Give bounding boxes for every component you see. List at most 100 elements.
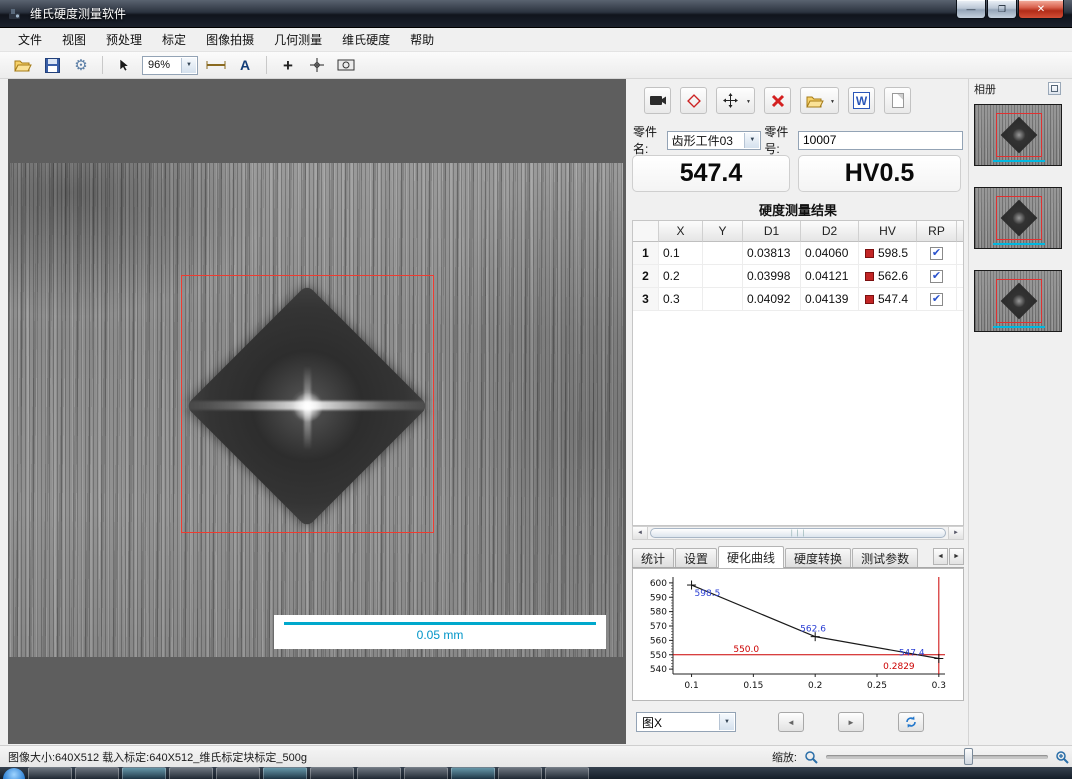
scroll-right-arrow[interactable] bbox=[948, 527, 963, 539]
taskbar-item[interactable] bbox=[545, 767, 589, 779]
taskbar-item[interactable] bbox=[216, 767, 260, 779]
album-thumbnail[interactable] bbox=[974, 270, 1062, 332]
new-report-button[interactable] bbox=[884, 87, 911, 114]
col-d1[interactable]: D1 bbox=[743, 221, 801, 242]
taskbar-item[interactable] bbox=[75, 767, 119, 779]
table-row[interactable]: 1 0.1 0.03813 0.04060 598.5 bbox=[633, 242, 963, 265]
part-name-label: 零件名: bbox=[633, 123, 664, 157]
col-rp[interactable]: RP bbox=[917, 221, 957, 242]
crosshair-icon bbox=[309, 57, 325, 73]
menu-item-geometry-measure[interactable]: 几何测量 bbox=[264, 28, 332, 51]
chevron-down-icon[interactable] bbox=[719, 714, 734, 730]
maximize-button[interactable]: ❐ bbox=[987, 0, 1017, 19]
zoom-slider-handle[interactable] bbox=[964, 748, 973, 765]
taskbar-item[interactable] bbox=[357, 767, 401, 779]
chevron-down-icon[interactable] bbox=[181, 58, 196, 73]
taskbar-item[interactable] bbox=[169, 767, 213, 779]
cell-d1: 0.03813 bbox=[743, 242, 801, 264]
measurement-selection-rect[interactable] bbox=[181, 275, 434, 533]
cell-y bbox=[703, 288, 743, 310]
cell-d1: 0.04092 bbox=[743, 288, 801, 310]
chart-type-value: 图X bbox=[642, 714, 662, 731]
crosshair-tool-button[interactable] bbox=[306, 55, 328, 75]
tab-hardness-conversion[interactable]: 硬度转换 bbox=[785, 548, 851, 567]
start-button[interactable] bbox=[3, 768, 25, 779]
svg-text:580: 580 bbox=[650, 608, 667, 618]
open-folder-icon bbox=[806, 94, 824, 108]
row-index: 3 bbox=[633, 288, 659, 310]
rp-checkbox[interactable] bbox=[930, 247, 943, 260]
next-button[interactable] bbox=[838, 712, 864, 732]
menu-item-view[interactable]: 视图 bbox=[52, 28, 96, 51]
tab-scroll-left[interactable] bbox=[933, 548, 948, 565]
table-horizontal-scrollbar[interactable] bbox=[632, 526, 964, 540]
menu-item-calibration[interactable]: 标定 bbox=[152, 28, 196, 51]
scale-bar-label: 0.05 mm bbox=[274, 628, 606, 642]
part-number-input[interactable] bbox=[798, 131, 963, 150]
rp-checkbox[interactable] bbox=[930, 293, 943, 306]
tab-test-parameters[interactable]: 测试参数 bbox=[852, 548, 918, 567]
col-y[interactable]: Y bbox=[703, 221, 743, 242]
menu-item-preprocess[interactable]: 预处理 bbox=[96, 28, 152, 51]
capture-frame-tool-button[interactable] bbox=[335, 55, 357, 75]
menu-item-vickers-hardness[interactable]: 维氏硬度 bbox=[332, 28, 400, 51]
col-hv[interactable]: HV bbox=[859, 221, 917, 242]
taskbar-item[interactable] bbox=[404, 767, 448, 779]
col-index[interactable] bbox=[633, 221, 659, 242]
col-x[interactable]: X bbox=[659, 221, 703, 242]
load-results-button[interactable] bbox=[800, 87, 839, 114]
magnifier-plus-icon[interactable] bbox=[1055, 750, 1070, 765]
camera-capture-button[interactable] bbox=[644, 87, 671, 114]
zoom-slider[interactable] bbox=[826, 755, 1048, 759]
tab-scroll-right[interactable] bbox=[949, 548, 964, 565]
svg-text:0.3: 0.3 bbox=[932, 681, 946, 691]
tab-hardening-curve[interactable]: 硬化曲线 bbox=[718, 546, 784, 568]
text-tool-button[interactable]: A bbox=[234, 55, 256, 75]
tab-statistics[interactable]: 统计 bbox=[632, 548, 674, 567]
image-viewer[interactable]: 0.05 mm bbox=[8, 79, 626, 744]
menu-item-image-capture[interactable]: 图像拍摄 bbox=[196, 28, 264, 51]
measure-indentation-button[interactable] bbox=[680, 87, 707, 114]
table-row[interactable]: 3 0.3 0.04092 0.04139 547.4 bbox=[633, 288, 963, 311]
taskbar-item[interactable] bbox=[263, 767, 307, 779]
svg-text:540: 540 bbox=[650, 665, 667, 675]
zoom-select[interactable]: 96% bbox=[142, 56, 198, 75]
svg-text:0.1: 0.1 bbox=[684, 681, 698, 691]
taskbar-item[interactable] bbox=[451, 767, 495, 779]
refresh-button[interactable] bbox=[898, 712, 924, 732]
album-thumbnail[interactable] bbox=[974, 187, 1062, 249]
move-arrows-icon bbox=[723, 93, 738, 108]
open-file-button[interactable] bbox=[12, 55, 34, 75]
col-d2[interactable]: D2 bbox=[801, 221, 859, 242]
menu-item-file[interactable]: 文件 bbox=[8, 28, 52, 51]
delete-measurement-button[interactable] bbox=[764, 87, 791, 114]
album-pin-button[interactable] bbox=[1048, 82, 1061, 95]
menu-item-help[interactable]: 帮助 bbox=[400, 28, 444, 51]
table-row[interactable]: 2 0.2 0.03998 0.04121 562.6 bbox=[633, 265, 963, 288]
rp-checkbox[interactable] bbox=[930, 270, 943, 283]
chart-type-select[interactable]: 图X bbox=[636, 712, 736, 732]
album-thumbnail[interactable] bbox=[974, 104, 1062, 166]
select-tool-button[interactable] bbox=[113, 55, 135, 75]
chevron-down-icon[interactable] bbox=[744, 133, 759, 148]
taskbar-item[interactable] bbox=[122, 767, 166, 779]
tab-settings[interactable]: 设置 bbox=[675, 548, 717, 567]
measure-line-tool-button[interactable] bbox=[205, 55, 227, 75]
cell-d2: 0.04139 bbox=[801, 288, 859, 310]
previous-button[interactable] bbox=[778, 712, 804, 732]
magnifier-icon[interactable] bbox=[804, 750, 819, 765]
minimize-button[interactable]: — bbox=[956, 0, 986, 19]
taskbar-item[interactable] bbox=[498, 767, 542, 779]
scroll-left-arrow[interactable] bbox=[633, 527, 648, 539]
part-name-select[interactable]: 齿形工件03 bbox=[667, 131, 762, 150]
move-tool-button[interactable] bbox=[716, 87, 755, 114]
taskbar-item[interactable] bbox=[28, 767, 72, 779]
close-button[interactable]: ✕ bbox=[1018, 0, 1064, 19]
save-button[interactable] bbox=[41, 55, 63, 75]
add-point-tool-button[interactable]: + bbox=[277, 55, 299, 75]
export-word-button[interactable]: W bbox=[848, 87, 875, 114]
settings-button[interactable]: ⚙ bbox=[70, 55, 92, 75]
micrograph-image[interactable]: 0.05 mm bbox=[9, 163, 623, 657]
scrollbar-thumb[interactable] bbox=[650, 528, 946, 538]
taskbar-item[interactable] bbox=[310, 767, 354, 779]
